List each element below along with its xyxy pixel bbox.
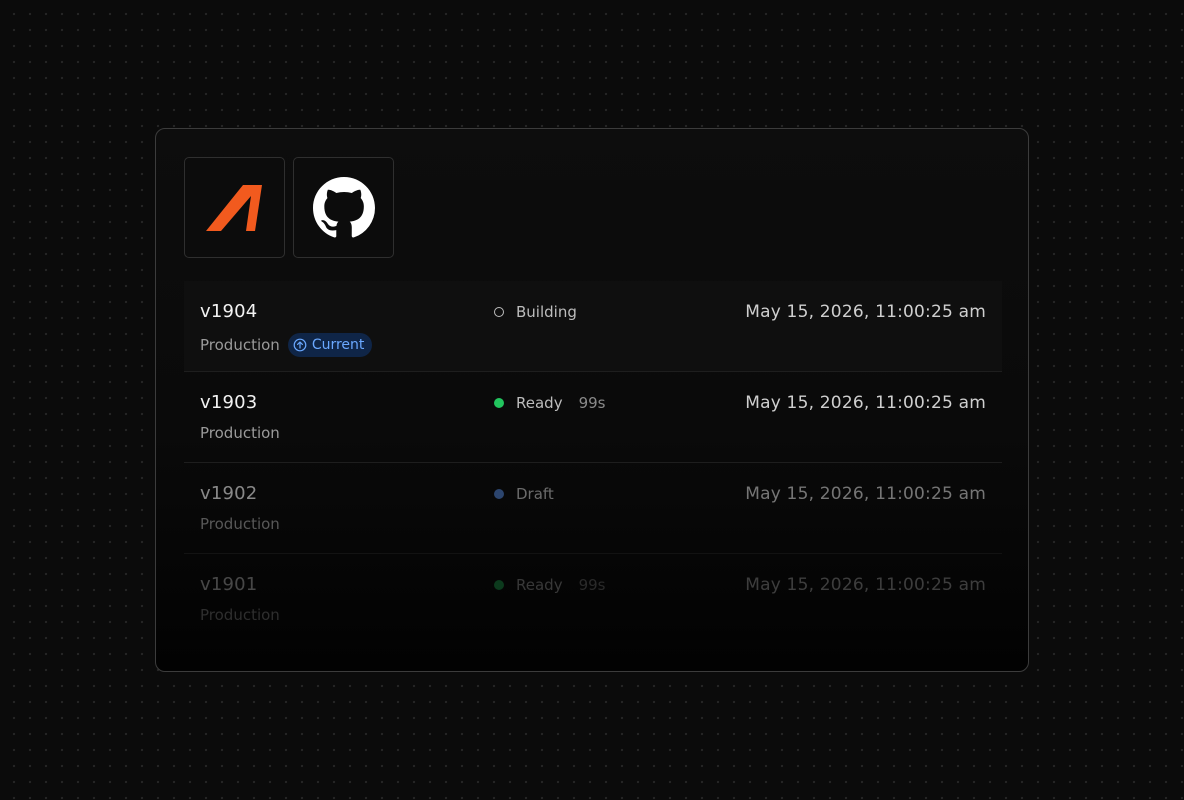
status-dot-icon <box>494 580 504 590</box>
status-label: Ready <box>516 394 563 412</box>
github-logo-tile <box>293 157 394 258</box>
status-label: Ready <box>516 576 563 594</box>
environment-label: Production <box>200 424 280 442</box>
environment-label: Production <box>200 515 280 533</box>
environment-info: Production <box>200 606 280 624</box>
build-duration: 99s <box>578 394 606 412</box>
deployment-status: Ready 99s <box>494 576 605 594</box>
version-label: v1904 <box>200 301 258 322</box>
status-label: Draft <box>516 485 554 503</box>
environment-info: Production Current <box>200 333 373 357</box>
environment-info: Production <box>200 424 280 442</box>
brand-logo-tile <box>184 157 285 258</box>
deployment-timestamp: May 15, 2026, 11:00:25 am <box>745 575 986 595</box>
environment-label: Production <box>200 336 280 354</box>
brand-slash-logo-icon <box>205 184 262 231</box>
github-icon <box>312 176 375 237</box>
integration-logos <box>184 157 394 258</box>
environment-label: Production <box>200 606 280 624</box>
status-dot-icon <box>494 398 504 408</box>
status-dot-icon <box>494 489 504 499</box>
deployment-list: v1904 Production Current Building May 15… <box>184 281 1002 645</box>
badge-label: Current <box>311 337 365 353</box>
arrow-up-circle-icon <box>293 338 307 352</box>
deployment-status: Draft <box>494 485 554 503</box>
deployment-row[interactable]: v1903 Production Ready 99s May 15, 2026,… <box>184 372 1002 463</box>
deployment-timestamp: May 15, 2026, 11:00:25 am <box>745 302 986 322</box>
deployment-timestamp: May 15, 2026, 11:00:25 am <box>745 393 986 413</box>
spinner-ring-icon <box>494 307 504 317</box>
deployment-status: Building <box>494 303 577 321</box>
deployment-row[interactable]: v1904 Production Current Building May 15… <box>184 281 1002 372</box>
build-duration: 99s <box>578 576 606 594</box>
deployment-row[interactable]: v1902 Production Draft May 15, 2026, 11:… <box>184 463 1002 554</box>
version-label: v1902 <box>200 483 258 504</box>
current-badge: Current <box>287 333 373 357</box>
status-label: Building <box>516 303 577 321</box>
version-label: v1901 <box>200 574 258 595</box>
version-label: v1903 <box>200 392 258 413</box>
deployment-status: Ready 99s <box>494 394 605 412</box>
deployments-card: v1904 Production Current Building May 15… <box>155 128 1029 672</box>
environment-info: Production <box>200 515 280 533</box>
deployment-timestamp: May 15, 2026, 11:00:25 am <box>745 484 986 504</box>
deployment-row[interactable]: v1901 Production Ready 99s May 15, 2026,… <box>184 554 1002 645</box>
